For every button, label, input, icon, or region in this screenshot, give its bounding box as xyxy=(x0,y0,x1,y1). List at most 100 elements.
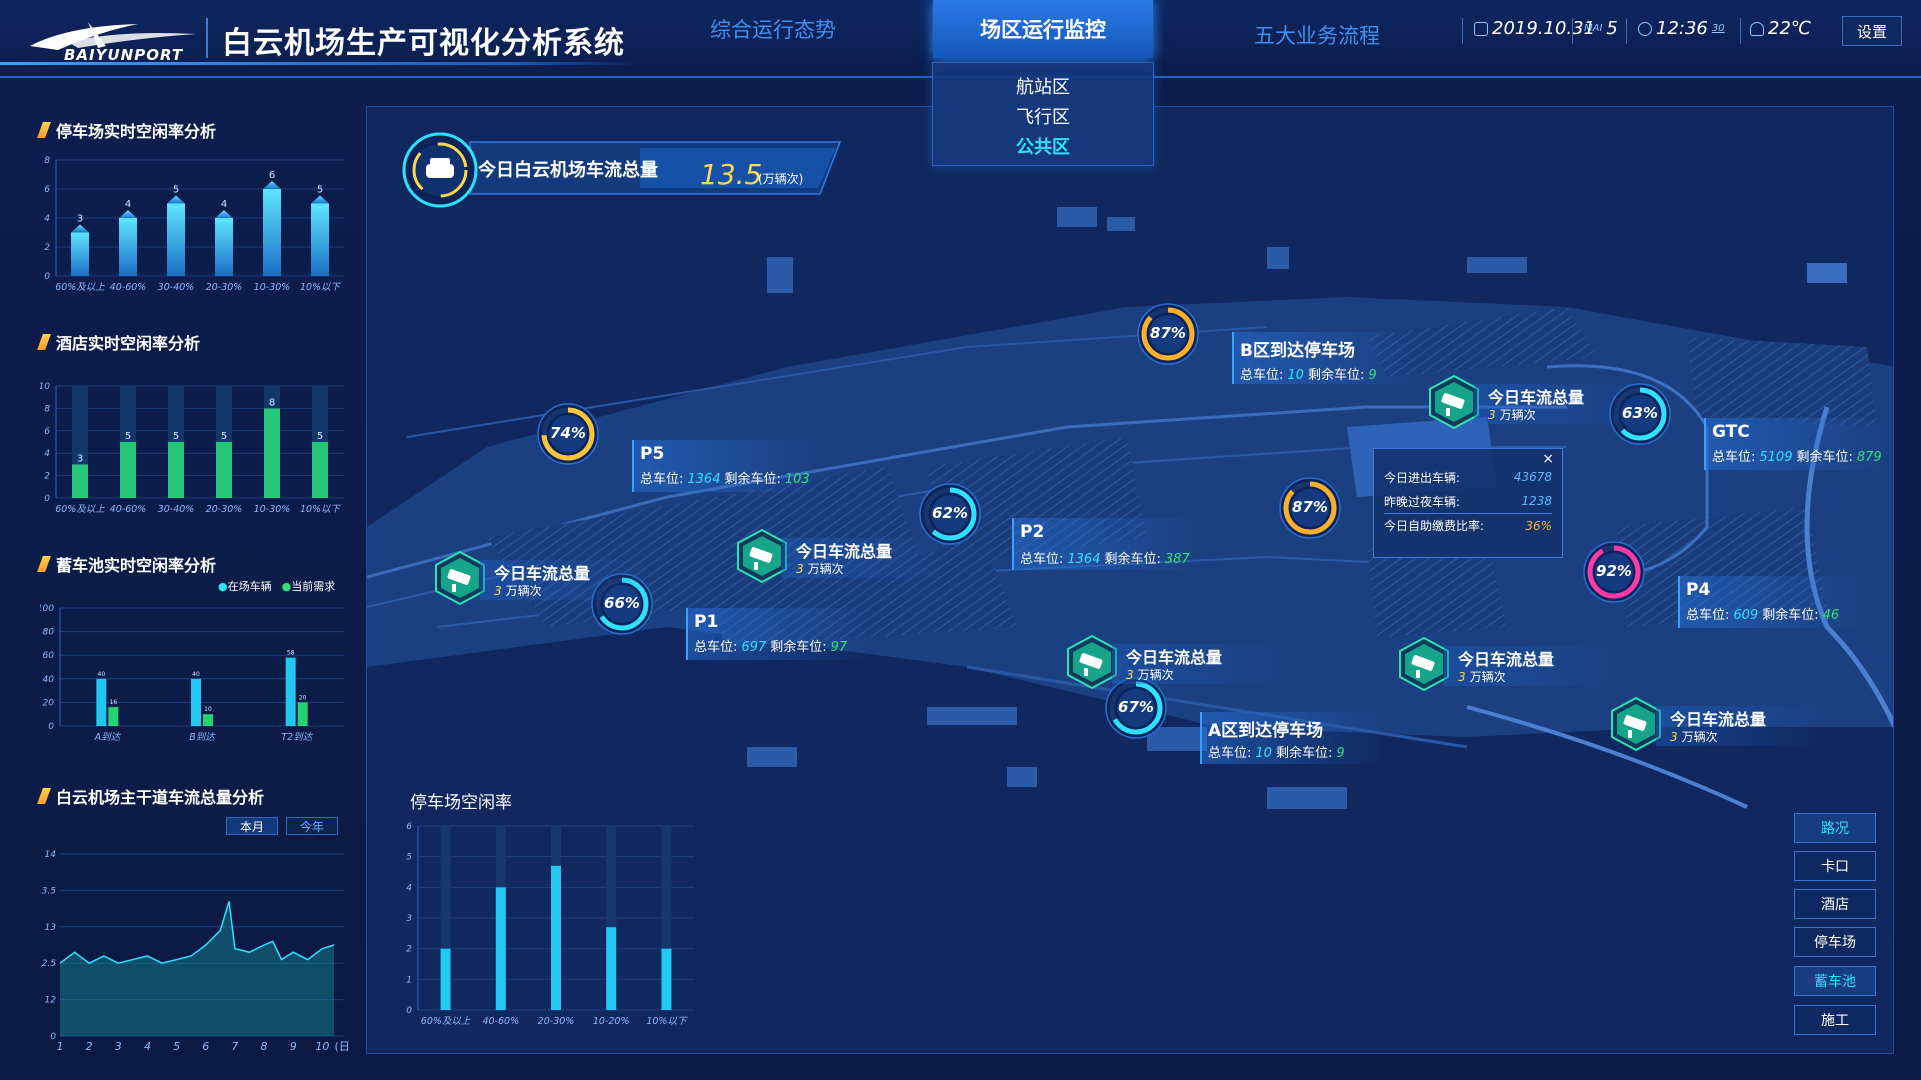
parking-name: A区到达停车场 xyxy=(1208,721,1324,741)
parking-stats: 总车位: 609 剩余车位: 46 xyxy=(1686,604,1843,623)
parking-vacancy-label: 停车场实时空闲率分析 xyxy=(56,122,217,141)
y-tick-label: 4 xyxy=(44,449,50,459)
data-label: 40 xyxy=(98,671,106,678)
btn-hotel[interactable]: 酒店 xyxy=(1794,889,1876,919)
popup-row-label: 今日进出车辆: xyxy=(1384,470,1461,485)
flow-value: 3 万辆次 xyxy=(494,582,542,599)
btn-vehicle-pool[interactable]: 蓄车池 xyxy=(1794,966,1876,996)
legend-label: 在场车辆 xyxy=(227,580,272,593)
ring-percent: 92% xyxy=(1596,562,1632,580)
data-label: 3 xyxy=(77,214,83,225)
data-label: 8 xyxy=(269,397,275,408)
x-tick-label: 40-60% xyxy=(482,1016,519,1027)
data-label: 6 xyxy=(269,170,275,181)
camera-stand xyxy=(1416,670,1420,678)
bar xyxy=(216,442,232,498)
pool-vacancy-label: 蓄车池实时空闲率分析 xyxy=(56,556,217,575)
bar xyxy=(661,948,672,1010)
x-tick-label: 10-30% xyxy=(254,504,291,515)
week-display: MAI 5 xyxy=(1584,18,1618,39)
y-tick-label: 60 xyxy=(43,651,55,661)
y-tick-label: 6 xyxy=(44,427,50,437)
btn-checkpoint[interactable]: 卡口 xyxy=(1794,851,1876,881)
total-value: 10 xyxy=(1255,746,1272,761)
separator xyxy=(1572,18,1573,44)
bar xyxy=(495,887,506,1010)
tab-overview[interactable]: 综合运行态势 xyxy=(710,14,836,44)
title-accent xyxy=(37,556,51,572)
y-tick-label: 40 xyxy=(43,675,55,685)
tab-this-year[interactable]: 今年 xyxy=(286,817,338,835)
close-icon[interactable]: × xyxy=(1542,451,1554,467)
flow-unit: 万辆次 xyxy=(1469,670,1506,684)
y-tick-label: 0 xyxy=(50,1032,56,1042)
btn-construction[interactable]: 施工 xyxy=(1794,1005,1876,1035)
btn-road-condition[interactable]: 路况 xyxy=(1794,813,1876,843)
hotel-vacancy-title: 酒店实时空闲率分析 xyxy=(37,330,200,354)
total-value: 10 xyxy=(1287,368,1304,383)
data-label: 58 xyxy=(287,650,295,657)
x-tick-label: 5 xyxy=(173,1040,180,1053)
data-label: 5 xyxy=(317,431,323,442)
data-label: 5 xyxy=(125,431,131,442)
flow-title: 今日车流总量 xyxy=(1458,650,1555,669)
area-dropdown: 航站区 飞行区 公共区 xyxy=(932,62,1154,166)
y-tick-label: 20 xyxy=(43,698,55,708)
tab-business-flow[interactable]: 五大业务流程 xyxy=(1254,20,1380,50)
flow-unit: 万辆次 xyxy=(807,562,844,576)
y-tick-label: 4 xyxy=(44,214,50,224)
total-value: 1364 xyxy=(687,472,721,487)
tab-field-monitor[interactable]: 场区运行监控 xyxy=(933,0,1153,58)
bar xyxy=(606,927,617,1010)
area-fill xyxy=(60,901,334,1036)
remain-label: 剩余车位: xyxy=(770,640,827,655)
x-tick-label: 3 xyxy=(115,1040,122,1053)
legend-label: 当前需求 xyxy=(291,580,336,593)
bar-cap xyxy=(311,195,329,204)
y-tick-label: 80 xyxy=(43,628,55,638)
legend-item: ●当前需求 xyxy=(281,580,336,593)
dropdown-item-public[interactable]: 公共区 xyxy=(933,131,1153,161)
seconds-value: 30 xyxy=(1711,23,1725,34)
date-value: 2019.10.31 xyxy=(1492,18,1596,39)
y-tick-label: 2 xyxy=(406,945,412,955)
remain-value: 9 xyxy=(1368,368,1377,383)
remain-value: 9 xyxy=(1336,746,1345,761)
separator xyxy=(1626,18,1627,44)
btn-parking[interactable]: 停车场 xyxy=(1794,927,1876,957)
app-root: BAIYUNPORT 白云机场生产可视化分析系统 综合运行态势 场区运行监控 五… xyxy=(0,0,1921,1080)
remain-label: 剩余车位: xyxy=(1307,368,1365,383)
x-tick-label: 8 xyxy=(261,1040,268,1053)
time-value: 12:36 xyxy=(1656,18,1708,39)
data-label: 16 xyxy=(110,699,118,706)
flow-unit: 万辆次 xyxy=(505,584,542,598)
total-label: 总车位: xyxy=(1240,368,1284,383)
hotel-vacancy-chart: 0 2 4 6 8 10 60%及以上 40-60% 30-40% 20-30% 10-30% 10%… xyxy=(40,382,344,515)
bar xyxy=(285,657,296,726)
remain-value: 97 xyxy=(830,640,848,655)
popup-row-value: 36% xyxy=(1525,518,1552,533)
parking-vacancy-chart: 0 2 4 6 8 60%及以上 40-60% 30-40% 20-30% 10-30% 10%以下… xyxy=(44,156,344,293)
y-tick-label: 12 xyxy=(45,996,57,1006)
pool-vacancy-chart: 0 20 40 60 80 100 A到达 B到达 T2到达 40 40 58 16 10 20 xyxy=(40,604,344,743)
tab-this-month[interactable]: 本月 xyxy=(226,817,278,835)
settings-button[interactable]: 设置 xyxy=(1842,16,1902,46)
flow-unit: 万辆次 xyxy=(1499,408,1536,422)
y-tick-label: 8 xyxy=(44,156,50,166)
separator xyxy=(1740,18,1741,44)
data-label: 10 xyxy=(204,706,212,713)
camera-stand xyxy=(1084,668,1088,676)
dropdown-item-airfield[interactable]: 飞行区 xyxy=(933,101,1153,131)
flow-value: 3 万辆次 xyxy=(1670,728,1718,745)
parking-detail-popup[interactable]: × 今日进出车辆: 43678 昨晚过夜车辆: 1238 今日自助缴费比率: 3… xyxy=(1373,448,1563,558)
popup-row-value: 43678 xyxy=(1513,470,1552,484)
system-title: 白云机场生产可视化分析系统 xyxy=(222,26,625,61)
x-tick-label: 10-20% xyxy=(593,1016,630,1027)
total-traffic-value: 13.5 xyxy=(700,158,763,191)
bar-cap xyxy=(263,181,281,189)
dropdown-item-terminal[interactable]: 航站区 xyxy=(933,71,1153,101)
flow-value: 3 万辆次 xyxy=(1458,668,1506,685)
y-tick-label: 2 xyxy=(44,472,50,482)
data-label: 40 xyxy=(192,671,200,678)
x-tick-label: 30-40% xyxy=(158,282,195,293)
